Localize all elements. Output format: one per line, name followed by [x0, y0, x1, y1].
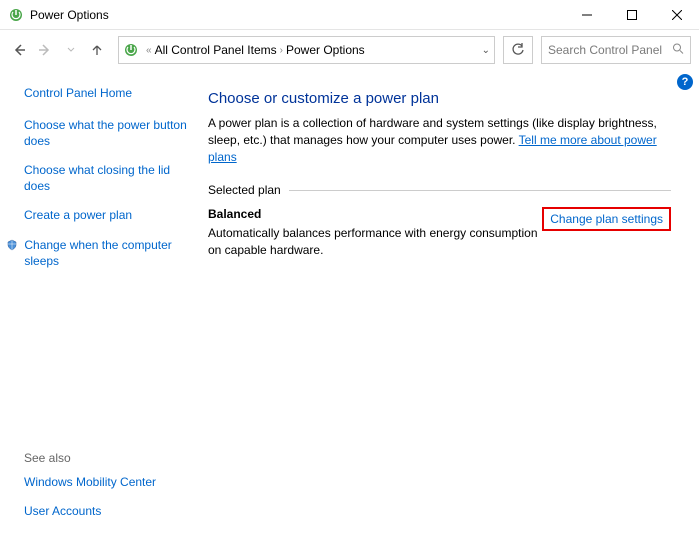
breadcrumb[interactable]: « All Control Panel Items › Power Option…: [118, 36, 495, 64]
content-area: Control Panel Home Choose what the power…: [0, 70, 699, 542]
plan-row: Balanced Automatically balances performa…: [208, 207, 671, 257]
sidebar-link-change-sleep[interactable]: Change when the computer sleeps: [24, 238, 188, 269]
refresh-button[interactable]: [503, 36, 533, 64]
change-plan-settings-link[interactable]: Change plan settings: [542, 207, 671, 231]
see-also-user-accounts[interactable]: User Accounts: [24, 504, 188, 520]
selected-plan-label: Selected plan: [208, 183, 281, 197]
up-button[interactable]: [86, 39, 108, 61]
sidebar-link-closing-lid[interactable]: Choose what closing the lid does: [24, 163, 188, 194]
shield-icon: [6, 238, 18, 252]
recent-dropdown[interactable]: [60, 39, 82, 61]
forward-button[interactable]: [34, 39, 56, 61]
plan-info: Balanced Automatically balances performa…: [208, 207, 538, 257]
plan-description: Automatically balances performance with …: [208, 225, 538, 257]
chevron-left-icon: «: [146, 45, 152, 56]
page-description: A power plan is a collection of hardware…: [208, 115, 671, 165]
sidebar-link-power-button[interactable]: Choose what the power button does: [24, 118, 188, 149]
window-controls: [564, 0, 699, 30]
see-also-label: See also: [24, 451, 188, 465]
see-also-mobility-center[interactable]: Windows Mobility Center: [24, 475, 188, 491]
breadcrumb-item[interactable]: Power Options: [286, 43, 365, 57]
help-icon[interactable]: ?: [677, 74, 693, 90]
chevron-right-icon: ›: [280, 45, 283, 56]
search-input[interactable]: Search Control Panel: [541, 36, 691, 64]
power-options-icon: [8, 7, 24, 23]
power-options-icon: [123, 42, 139, 58]
minimize-button[interactable]: [564, 0, 609, 30]
search-placeholder: Search Control Panel: [548, 43, 662, 57]
search-icon: [672, 43, 684, 58]
title-bar: Power Options: [0, 0, 699, 30]
selected-plan-header: Selected plan: [208, 183, 671, 197]
chevron-down-icon[interactable]: ⌄: [482, 45, 490, 56]
plan-name: Balanced: [208, 207, 538, 221]
divider: [289, 190, 671, 191]
back-button[interactable]: [8, 39, 30, 61]
sidebar: Control Panel Home Choose what the power…: [0, 70, 200, 542]
main-panel: ? Choose or customize a power plan A pow…: [200, 70, 699, 542]
window-title: Power Options: [30, 8, 109, 22]
sidebar-link-create-plan[interactable]: Create a power plan: [24, 208, 188, 224]
see-also-section: See also Windows Mobility Center User Ac…: [24, 451, 188, 530]
page-title: Choose or customize a power plan: [208, 90, 671, 107]
maximize-button[interactable]: [609, 0, 654, 30]
control-panel-home-link[interactable]: Control Panel Home: [24, 86, 188, 100]
breadcrumb-item[interactable]: All Control Panel Items: [155, 43, 277, 57]
nav-bar: « All Control Panel Items › Power Option…: [0, 30, 699, 70]
close-button[interactable]: [654, 0, 699, 30]
